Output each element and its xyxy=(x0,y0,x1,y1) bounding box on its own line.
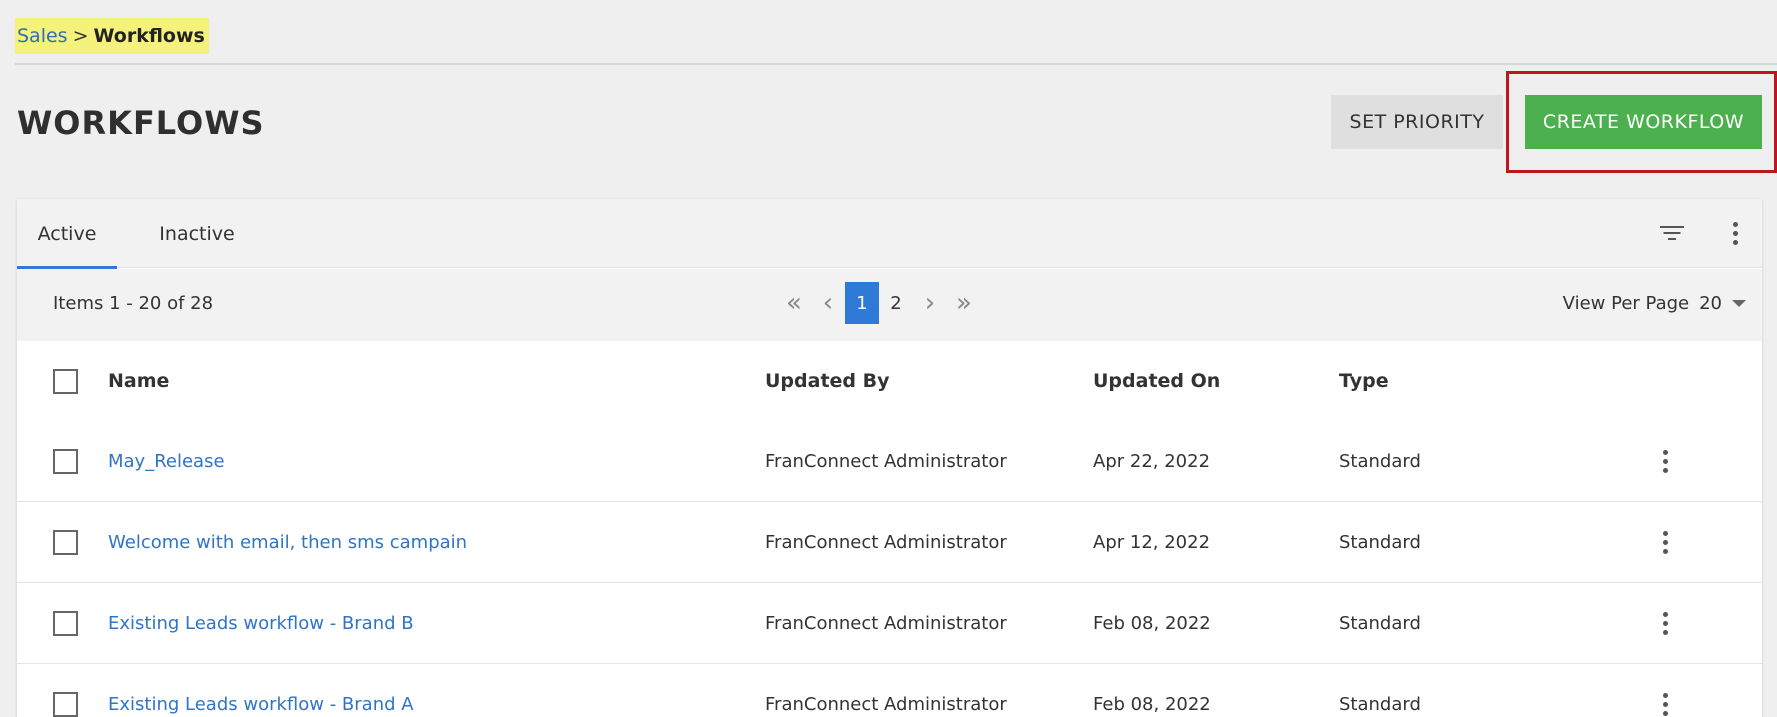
row-more-vertical-icon[interactable] xyxy=(1650,603,1680,643)
column-header-name[interactable]: Name xyxy=(108,341,169,421)
workflows-page: Sales > Workflows WORKFLOWS SET PRIORITY… xyxy=(0,0,1777,717)
type-cell: Standard xyxy=(1339,450,1421,472)
row-checkbox[interactable] xyxy=(53,529,78,555)
workflow-name-link[interactable]: Welcome with email, then sms campain xyxy=(108,502,467,582)
select-all-checkbox[interactable] xyxy=(53,368,78,394)
type-cell: Standard xyxy=(1339,531,1421,553)
column-header-updated-by[interactable]: Updated By xyxy=(765,341,890,421)
breadcrumb-sales-link[interactable]: Sales xyxy=(17,25,68,47)
first-page-icon[interactable]: « xyxy=(777,281,811,325)
row-more-vertical-icon[interactable] xyxy=(1650,522,1680,562)
prev-page-icon[interactable]: ‹ xyxy=(811,281,845,325)
workflows-card: Active Inactive Items 1 - 20 of 28 « ‹ 1… xyxy=(17,199,1762,717)
updated-on-cell: Apr 22, 2022 xyxy=(1093,450,1211,472)
create-workflow-button[interactable]: CREATE WORKFLOW xyxy=(1525,95,1762,149)
type-cell: Standard xyxy=(1339,693,1421,715)
more-vertical-icon[interactable] xyxy=(1715,213,1755,253)
updated-by-cell: FranConnect Administrator xyxy=(765,531,1007,553)
page-title: WORKFLOWS xyxy=(17,104,265,142)
row-checkbox[interactable] xyxy=(53,448,78,474)
breadcrumb-current: Workflows xyxy=(93,25,205,47)
items-count: Items 1 - 20 of 28 xyxy=(53,293,214,314)
table-header-row: Name Updated By Updated On Type xyxy=(17,341,1762,421)
pager: « ‹ 1 2 › » xyxy=(777,281,981,325)
row-more-vertical-icon[interactable] xyxy=(1650,441,1680,481)
view-per-page-label: View Per Page xyxy=(1562,293,1690,314)
table-row: Existing Leads workflow - Brand A FranCo… xyxy=(17,664,1762,717)
table-row: May_Release FranConnect Administrator Ap… xyxy=(17,421,1762,502)
tab-active[interactable]: Active xyxy=(17,199,117,269)
updated-by-cell: FranConnect Administrator xyxy=(765,612,1007,634)
type-cell: Standard xyxy=(1339,612,1421,634)
view-per-page[interactable]: View Per Page 20 xyxy=(1563,293,1746,314)
workflow-name-link[interactable]: May_Release xyxy=(108,421,225,501)
page-2-button[interactable]: 2 xyxy=(879,282,913,324)
breadcrumb: Sales > Workflows xyxy=(15,18,209,54)
column-header-type[interactable]: Type xyxy=(1339,341,1389,421)
row-more-vertical-icon[interactable] xyxy=(1650,684,1680,717)
per-page-value: 20 xyxy=(1699,293,1722,314)
tabs-bar: Active Inactive xyxy=(17,199,1762,269)
row-checkbox[interactable] xyxy=(53,691,78,717)
page-1-button[interactable]: 1 xyxy=(845,282,879,324)
updated-on-cell: Apr 12, 2022 xyxy=(1093,531,1211,553)
dropdown-caret-icon[interactable] xyxy=(1732,300,1746,307)
filter-icon[interactable] xyxy=(1652,213,1692,253)
updated-by-cell: FranConnect Administrator xyxy=(765,450,1007,472)
updated-by-cell: FranConnect Administrator xyxy=(765,693,1007,715)
table-row: Welcome with email, then sms campain Fra… xyxy=(17,502,1762,583)
top-divider xyxy=(15,63,1777,65)
last-page-icon[interactable]: » xyxy=(947,281,981,325)
column-header-updated-on[interactable]: Updated On xyxy=(1093,341,1220,421)
updated-on-cell: Feb 08, 2022 xyxy=(1093,693,1211,715)
next-page-icon[interactable]: › xyxy=(913,281,947,325)
row-checkbox[interactable] xyxy=(53,610,78,636)
set-priority-button[interactable]: SET PRIORITY xyxy=(1331,95,1503,149)
pagination-bar: Items 1 - 20 of 28 « ‹ 1 2 › » View Per … xyxy=(17,269,1762,341)
updated-on-cell: Feb 08, 2022 xyxy=(1093,612,1211,634)
tab-inactive[interactable]: Inactive xyxy=(137,199,257,268)
workflow-name-link[interactable]: Existing Leads workflow - Brand A xyxy=(108,664,414,717)
table-row: Existing Leads workflow - Brand B FranCo… xyxy=(17,583,1762,664)
workflows-table: Name Updated By Updated On Type May_Rele… xyxy=(17,341,1762,717)
breadcrumb-separator: > xyxy=(72,25,89,47)
workflow-name-link[interactable]: Existing Leads workflow - Brand B xyxy=(108,583,414,663)
